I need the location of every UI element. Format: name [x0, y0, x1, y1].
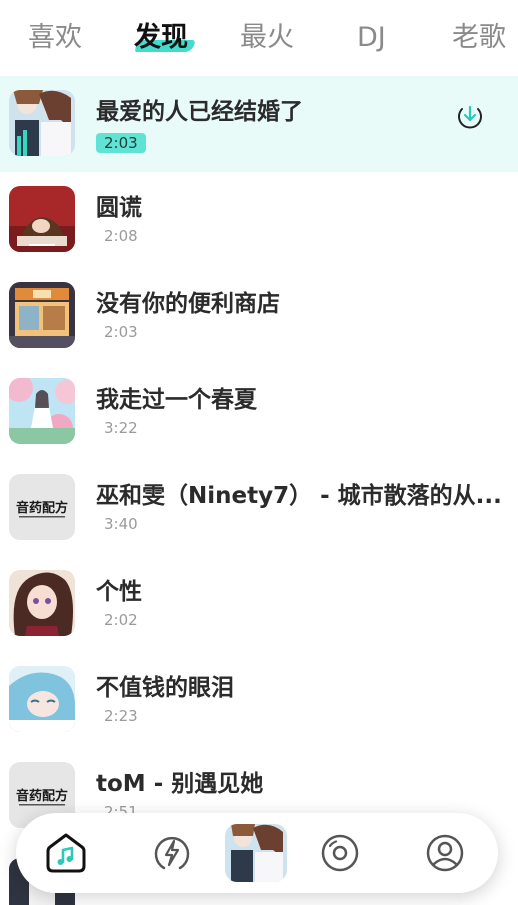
song-cover [9, 282, 75, 348]
song-title: 个性 [96, 579, 142, 605]
song-cover [9, 666, 75, 732]
song-row[interactable]: 没有你的便利商店 2:03 [0, 268, 518, 364]
song-cover [9, 570, 75, 636]
song-title: 没有你的便利商店 [96, 291, 280, 317]
song-duration: 2:02 [104, 611, 138, 629]
song-duration: 2:03 [96, 133, 146, 153]
song-cover [9, 186, 75, 252]
user-icon[interactable] [424, 832, 466, 874]
song-cover [9, 90, 75, 156]
bottom-nav [16, 813, 498, 893]
song-duration: 3:40 [104, 515, 138, 533]
song-row-playing[interactable]: 最爱的人已经结婚了 2:03 [0, 76, 518, 172]
category-tabs: 喜欢 发现 最火 DJ 老歌 [0, 0, 518, 76]
tab-hottest[interactable]: 最火 [240, 18, 294, 58]
song-duration: 2:08 [104, 227, 138, 245]
song-duration: 3:22 [104, 419, 138, 437]
song-title: 不值钱的眼泪 [96, 675, 234, 701]
now-playing-cover[interactable] [225, 824, 287, 882]
song-title: 最爱的人已经结婚了 [96, 99, 303, 125]
song-row[interactable]: 我走过一个春夏 3:22 [0, 364, 518, 460]
song-row[interactable]: 不值钱的眼泪 2:23 [0, 652, 518, 748]
song-title: 巫和雯（Ninety7） - 城市散落的从... [96, 483, 502, 509]
song-row[interactable]: 音药配方 巫和雯（Ninety7） - 城市散落的从... 3:40 [0, 460, 518, 556]
download-icon[interactable] [457, 103, 483, 129]
song-row[interactable]: 个性 2:02 [0, 556, 518, 652]
tab-favorites[interactable]: 喜欢 [28, 18, 82, 58]
tab-discover[interactable]: 发现 [134, 18, 196, 58]
song-title: 我走过一个春夏 [96, 387, 257, 413]
disc-icon[interactable] [319, 832, 361, 874]
song-title: 圆谎 [96, 195, 142, 221]
tab-dj[interactable]: DJ [357, 18, 386, 58]
tab-oldies[interactable]: 老歌 [452, 18, 506, 58]
song-duration: 2:23 [104, 707, 138, 725]
music-icon[interactable] [45, 832, 87, 874]
svg-text:音药配方: 音药配方 [16, 788, 68, 804]
lightning-icon[interactable] [151, 832, 193, 874]
song-row[interactable]: 圆谎 2:08 [0, 172, 518, 268]
song-duration: 2:03 [104, 323, 138, 341]
song-title: toM - 别遇见她 [96, 771, 264, 797]
svg-text:音药配方: 音药配方 [16, 500, 68, 516]
song-cover [9, 378, 75, 444]
song-cover: 音药配方 [9, 474, 75, 540]
song-list: 最爱的人已经结婚了 2:03 圆谎 2:08 没有你的便利商店 2:03 我走过… [0, 76, 518, 905]
